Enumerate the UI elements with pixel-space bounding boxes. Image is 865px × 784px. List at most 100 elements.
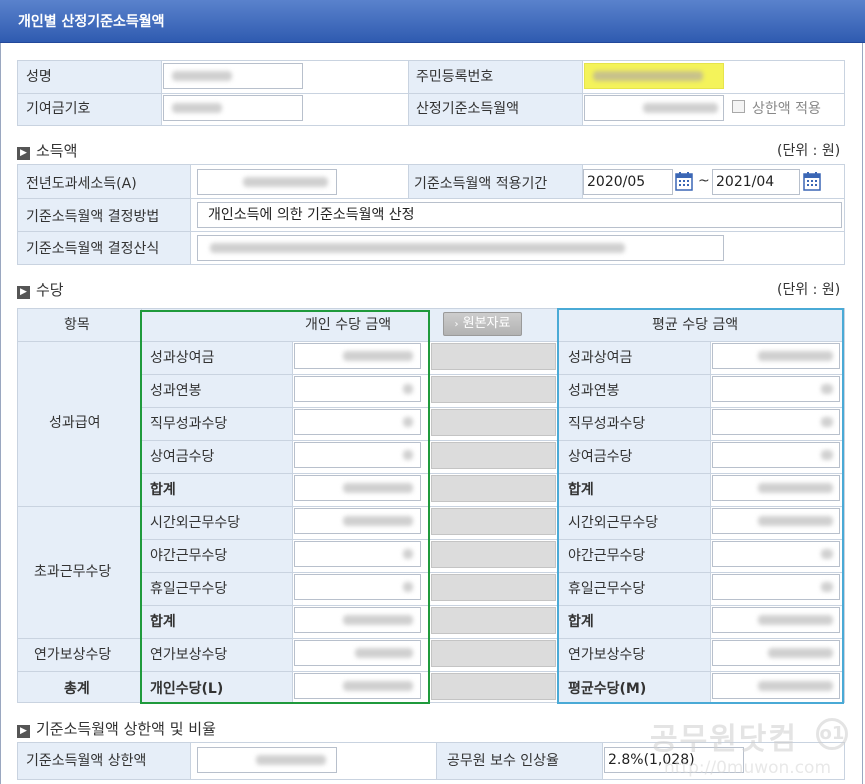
col-average-header: 평균 수당 금액 [652,317,739,333]
average-amount-field[interactable] [712,475,840,501]
average-amount-field[interactable] [712,409,840,435]
limit-section-title: ▶ 기준소득월액 상한액 및 비율 [17,718,216,739]
average-amount-field[interactable] [712,442,840,468]
personal-total-field[interactable] [294,673,421,699]
average-item-label: 연가보상수당 [568,647,646,663]
prev-year-income-field[interactable] [197,169,337,195]
pension-no-label: 기여금기호 [26,101,91,117]
method-field[interactable]: 개인소득에 의한 기준소득월액 산정 [197,202,842,228]
limit-section-label: 기준소득월액 상한액 및 비율 [36,720,216,738]
average-item-label: 성과상여금 [568,350,633,366]
average-item-label: 시간외근무수당 [568,515,659,531]
group-performance-label: 성과급여 [49,415,101,431]
watermark: 공무원닷컴 o1 http://0muwon.com [650,714,860,784]
col-item-header: 항목 [64,317,90,333]
personal-amount-field[interactable] [294,607,421,633]
source-data-cell [431,673,556,700]
average-total-label: 평균수당(M) [568,681,647,697]
personal-amount-field[interactable] [294,442,421,468]
source-data-cell [431,475,556,502]
personal-amount-field[interactable] [294,574,421,600]
watermark-url: http://0muwon.com [664,758,832,778]
personal-amount-field[interactable] [294,640,421,666]
personal-amount-field[interactable] [294,541,421,567]
period-label: 기준소득월액 적용기간 [414,176,548,192]
period-from-field[interactable]: 2020/05 [583,169,673,195]
personal-amount-field[interactable] [294,343,421,369]
average-item-label: 휴일근무수당 [568,581,646,597]
average-amount-field[interactable] [712,343,840,369]
average-amount-field[interactable] [712,607,840,633]
source-data-cell [431,343,556,370]
window-title-bar: 개인별 산정기준소득월액 [0,0,865,43]
average-total-field[interactable] [712,673,840,699]
pension-no-field[interactable] [163,95,303,121]
average-amount-field[interactable] [712,376,840,402]
method-label: 기준소득월액 결정방법 [26,209,160,225]
average-item-label: 합계 [568,614,594,630]
personal-amount-field[interactable] [294,508,421,534]
col-personal-header: 개인 수당 금액 [305,317,392,333]
source-data-button[interactable]: › 원본자료 [443,312,522,336]
allowance-unit: (단위 : 원) [777,282,841,298]
average-item-label: 직무성과수당 [568,416,646,432]
period-to-field[interactable]: 2021/04 [712,169,800,195]
income-section-title: ▶ 소득액 [17,140,77,161]
source-data-cell [431,442,556,469]
section-bullet-icon: ▶ [17,725,30,738]
source-data-cell [431,640,556,667]
monthly-income-field[interactable] [584,95,724,121]
average-amount-field[interactable] [712,574,840,600]
average-amount-field[interactable] [712,508,840,534]
raise-rate-label: 공무원 보수 인상율 [447,753,559,769]
period-separator: ~ [698,173,710,189]
average-amount-field[interactable] [712,541,840,567]
source-data-button-label: 원본자료 [462,316,511,331]
personal-item-label: 직무성과수당 [150,416,228,432]
source-data-cell [431,508,556,535]
section-bullet-icon: ▶ [17,286,30,299]
ssn-label: 주민등록번호 [416,69,494,85]
personal-item-label: 성과상여금 [150,350,215,366]
average-item-label: 야간근무수당 [568,548,646,564]
watermark-logo-icon: o1 [816,718,848,750]
source-data-cell [431,574,556,601]
monthly-income-label: 산정기준소득월액 [416,101,520,117]
personal-item-label: 합계 [150,482,176,498]
personal-amount-field[interactable] [294,475,421,501]
income-unit: (단위 : 원) [777,143,841,159]
limit-checkbox-label: 상한액 적용 [752,101,821,117]
source-data-cell [431,409,556,436]
source-data-cell [431,607,556,634]
personal-total-label: 개인수당(L) [150,681,224,697]
name-field[interactable] [163,63,303,89]
limit-checkbox[interactable] [732,100,745,113]
window-title: 개인별 산정기준소득월액 [18,14,165,30]
personal-item-label: 휴일근무수당 [150,581,228,597]
average-item-label: 상여금수당 [568,449,633,465]
chevron-right-icon: › [454,319,459,330]
average-item-label: 합계 [568,482,594,498]
watermark-text: 공무원닷컴 [650,722,798,757]
limit-amount-label: 기준소득월액 상한액 [26,753,147,769]
personal-item-label: 합계 [150,614,176,630]
group-overtime-label: 초과근무수당 [34,564,112,580]
source-data-cell [431,376,556,403]
ssn-field[interactable] [584,63,724,89]
average-amount-field[interactable] [712,640,840,666]
personal-item-label: 야간근무수당 [150,548,228,564]
personal-amount-field[interactable] [294,409,421,435]
formula-field[interactable] [197,235,724,261]
formula-label: 기준소득월액 결정산식 [26,241,160,257]
personal-amount-field[interactable] [294,376,421,402]
grand-total-label: 총계 [64,681,90,697]
personal-item-label: 성과연봉 [150,383,202,399]
group-annual-leave-label: 연가보상수당 [34,647,112,663]
allowance-section-label: 수당 [36,281,64,299]
calendar-icon[interactable] [803,171,821,191]
limit-amount-field[interactable] [197,747,337,773]
average-item-label: 성과연봉 [568,383,620,399]
personal-item-label: 연가보상수당 [150,647,228,663]
calendar-icon[interactable] [675,171,693,191]
personal-item-label: 상여금수당 [150,449,215,465]
